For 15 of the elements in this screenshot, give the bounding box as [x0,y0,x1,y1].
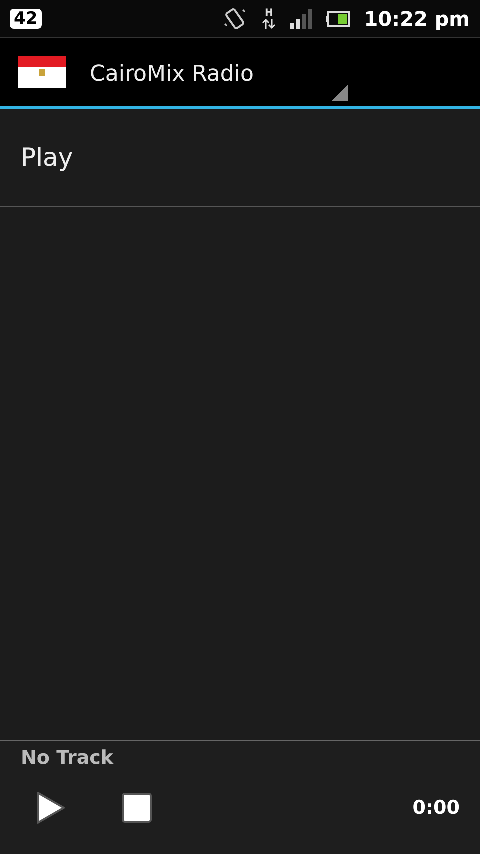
flag-icon [18,56,66,88]
track-name: No Track [21,747,115,769]
battery-icon [326,10,350,26]
vibrate-icon [222,6,248,32]
app-title[interactable]: CairoMix Radio [90,62,254,86]
dropdown-indicator-icon [332,85,348,101]
signal-icon [290,8,312,28]
clock: 10:22 pm [364,6,470,30]
network-type-label: H [265,8,274,18]
elapsed-time: 0:00 [412,797,460,819]
notification-badge: 42 [10,8,42,28]
stop-button[interactable] [122,793,152,823]
play-button[interactable] [35,791,67,825]
data-arrows-icon [262,18,276,28]
list-item[interactable]: Play [0,109,480,207]
